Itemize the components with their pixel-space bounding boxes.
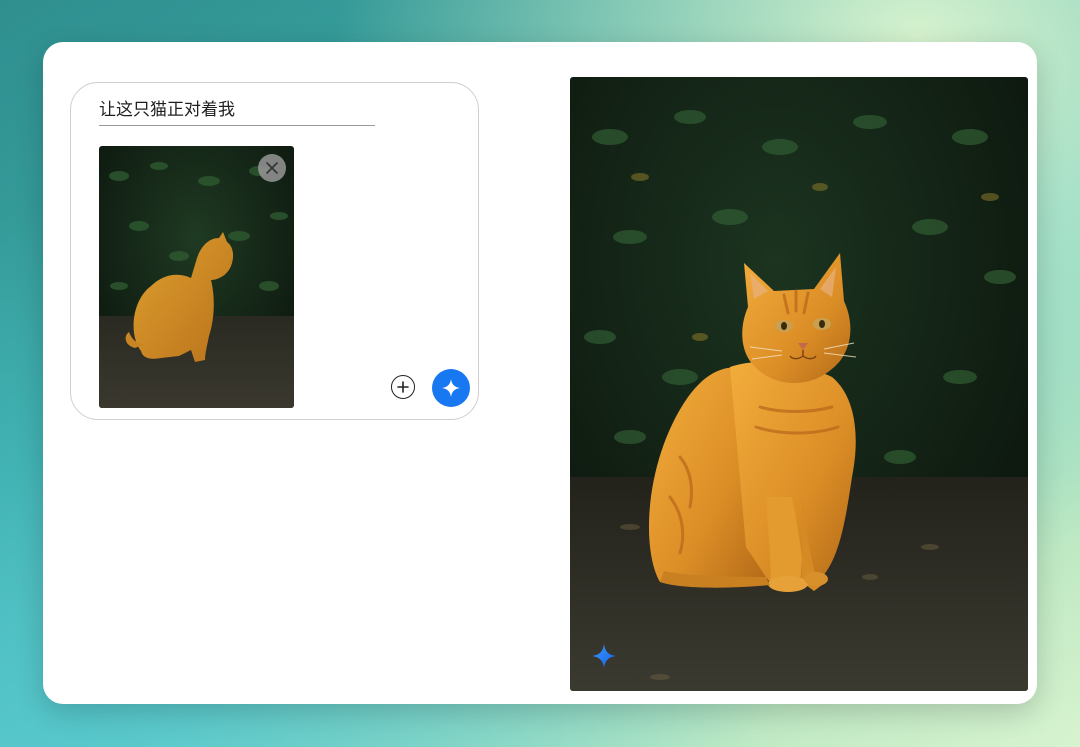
plus-icon — [397, 381, 409, 393]
generate-button[interactable] — [432, 369, 470, 407]
close-icon — [266, 162, 278, 174]
main-card: 让这只猫正对着我 — [43, 42, 1037, 704]
attached-image-thumbnail[interactable] — [99, 146, 294, 408]
generated-image[interactable] — [570, 77, 1028, 691]
prompt-composer: 让这只猫正对着我 — [70, 82, 479, 420]
cat-facing-camera-image — [570, 77, 1028, 691]
sparkle-icon — [592, 644, 616, 668]
remove-attachment-button[interactable] — [258, 154, 286, 182]
add-attachment-button[interactable] — [391, 375, 415, 399]
sparkle-icon — [442, 379, 460, 397]
cat-side-view-image — [99, 146, 294, 408]
prompt-input[interactable]: 让这只猫正对着我 — [99, 95, 375, 126]
ai-generated-badge — [591, 643, 617, 669]
